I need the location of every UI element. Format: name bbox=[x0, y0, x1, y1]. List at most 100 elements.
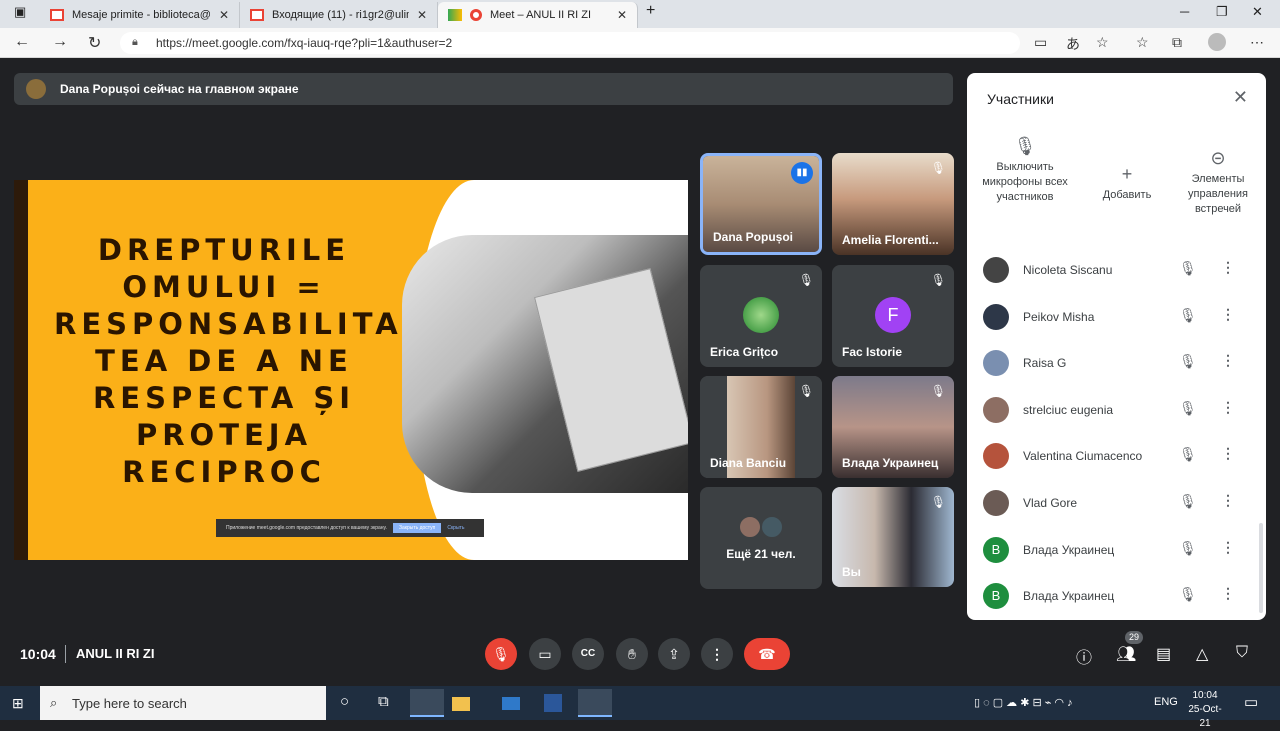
cortana-icon[interactable]: ○ bbox=[340, 693, 349, 710]
tile-name: Amelia Florenti... bbox=[842, 233, 939, 247]
participant-row[interactable]: В Влада Украинец 🎙︎ ⋮ bbox=[967, 573, 1257, 619]
clock-time: 10:04 bbox=[1192, 690, 1218, 701]
mic-off-icon: 🎙︎ bbox=[1179, 400, 1197, 416]
participant-row[interactable]: Vlad Gore 🎙︎ ⋮ bbox=[967, 480, 1257, 526]
windows-start-icon[interactable]: ⊞ bbox=[12, 695, 24, 712]
people-icon[interactable]: 👥︎ bbox=[1116, 644, 1136, 664]
close-panel-icon[interactable]: ✕ bbox=[1233, 87, 1248, 108]
more-options-icon[interactable]: ⋮ bbox=[1221, 306, 1235, 323]
forward-icon[interactable]: → bbox=[52, 33, 68, 51]
presenter-avatar bbox=[26, 79, 46, 99]
translate-icon[interactable]: あ bbox=[1066, 34, 1080, 54]
system-clock[interactable]: 10:04 25-Oct-21 bbox=[1184, 689, 1226, 731]
favorite-icon[interactable]: ☆ bbox=[1096, 34, 1109, 51]
present-button[interactable]: ⇪ bbox=[658, 638, 690, 670]
participant-row[interactable]: Raisa G 🎙︎ ⋮ bbox=[967, 340, 1257, 386]
participant-name: Nicoleta Siscanu bbox=[1023, 263, 1113, 277]
tile-dana-popusoi[interactable]: ▮▮ Dana Popușoi bbox=[700, 153, 822, 255]
chat-icon[interactable]: ▤ bbox=[1156, 644, 1171, 664]
mic-toggle-button[interactable]: 🎙︎ bbox=[485, 638, 517, 670]
camera-toggle-button[interactable]: ▭ bbox=[529, 638, 561, 670]
participant-row[interactable]: Valentina Ciumacenco 🎙︎ ⋮ bbox=[967, 433, 1257, 479]
language-indicator[interactable]: ENG bbox=[1154, 696, 1178, 708]
close-tab-icon[interactable]: ✕ bbox=[617, 8, 627, 22]
more-options-icon[interactable]: ⋮ bbox=[1221, 492, 1235, 509]
tile-name: Diana Banciu bbox=[710, 456, 787, 470]
close-tab-icon[interactable]: ✕ bbox=[417, 8, 427, 22]
close-tab-icon[interactable]: ✕ bbox=[219, 8, 229, 22]
mic-off-icon: 🎙︎ bbox=[492, 646, 510, 662]
stop-sharing-button[interactable]: Закрыть доступ bbox=[392, 523, 442, 533]
url-field[interactable]: 🔒︎ https://meet.google.com/fxq-iauq-rqe?… bbox=[120, 32, 1020, 54]
close-window-icon[interactable]: ✕ bbox=[1252, 4, 1263, 20]
minimize-icon[interactable]: ─ bbox=[1180, 4, 1189, 19]
participant-name: Valentina Ciumacenco bbox=[1023, 449, 1143, 463]
favorites-bar-icon[interactable]: ☆ bbox=[1136, 34, 1149, 51]
participant-row[interactable]: Nicoleta Siscanu 🎙︎ ⋮ bbox=[967, 247, 1257, 293]
hide-notice-button[interactable]: Скрыть bbox=[447, 525, 464, 531]
windows-taskbar: ⊞ ⌕ Type here to search ○ ⧉ ▯ ◌ ▢ ☁ ✱ ⊟ … bbox=[0, 686, 1280, 729]
tile-fac-istorie[interactable]: 🎙︎ F Fac Istorie bbox=[832, 265, 954, 367]
speaking-indicator-icon: ▮▮ bbox=[791, 162, 813, 184]
host-controls-button[interactable]: ⊝ Элементы управления встречей bbox=[1173, 149, 1263, 217]
slide-title-line: RESPONSABILITA bbox=[54, 307, 403, 341]
maximize-icon[interactable]: ❐ bbox=[1216, 4, 1228, 20]
tile-vlada-ukrainets[interactable]: 🎙︎ Влада Украинец bbox=[832, 376, 954, 478]
new-tab-icon[interactable]: + bbox=[646, 2, 655, 20]
more-options-button[interactable]: ⋮ bbox=[701, 638, 733, 670]
tile-amelia-florenti[interactable]: 🎙︎ Amelia Florenti... bbox=[832, 153, 954, 255]
participant-count-badge: 29 bbox=[1125, 631, 1143, 644]
mic-off-icon: 🎙︎ bbox=[1179, 493, 1197, 509]
profile-avatar[interactable] bbox=[1208, 33, 1226, 51]
mail-app-icon[interactable] bbox=[502, 697, 520, 710]
raise-hand-button[interactable]: ✋︎ bbox=[616, 638, 648, 670]
tile-more-participants[interactable]: Ещё 21 чел. bbox=[700, 487, 822, 589]
participant-row[interactable]: В Влада Украинец 🎙︎ ⋮ bbox=[967, 527, 1257, 573]
mic-off-icon: 🎙︎ bbox=[1179, 446, 1197, 462]
file-explorer-icon[interactable] bbox=[452, 697, 470, 711]
participant-row[interactable]: Peikov Misha 🎙︎ ⋮ bbox=[967, 294, 1257, 340]
leave-call-button[interactable]: ☎ bbox=[744, 638, 790, 670]
mute-all-button[interactable]: 🎙︎ Выключить микрофоны всех участников bbox=[980, 137, 1070, 205]
more-menu-icon[interactable]: ⋯ bbox=[1250, 34, 1264, 51]
tab-mail-biblioteca[interactable]: Mesaje primite - biblioteca@ulim ✕ bbox=[40, 2, 240, 28]
activities-icon[interactable]: △ bbox=[1196, 644, 1208, 664]
camera-permission-icon[interactable]: ▭ bbox=[1034, 34, 1047, 51]
more-options-icon[interactable]: ⋮ bbox=[1221, 399, 1235, 416]
tile-erica-gritco[interactable]: 🎙︎ Erica Grițco bbox=[700, 265, 822, 367]
back-icon[interactable]: ← bbox=[14, 33, 30, 51]
notifications-icon[interactable]: ▭ bbox=[1244, 693, 1258, 711]
edge-app-icon[interactable] bbox=[410, 689, 444, 717]
meeting-details-icon[interactable]: ⓘ bbox=[1076, 644, 1092, 668]
tab-meet[interactable]: Meet – ANUL II RI ZI ✕ bbox=[438, 2, 638, 28]
participant-row[interactable]: strelciuc eugenia 🎙︎ ⋮ bbox=[967, 387, 1257, 433]
tile-diana-banciu[interactable]: 🎙︎ Diana Banciu bbox=[700, 376, 822, 478]
tab-actions-icon[interactable]: ▣ bbox=[14, 4, 26, 20]
more-options-icon[interactable]: ⋮ bbox=[1221, 445, 1235, 462]
mic-off-icon: 🎙︎ bbox=[930, 384, 946, 398]
more-options-icon[interactable]: ⋮ bbox=[1221, 259, 1235, 276]
host-controls-icon[interactable]: ⛉ bbox=[1236, 644, 1248, 662]
avatar bbox=[983, 397, 1009, 423]
reload-icon[interactable]: ↻ bbox=[88, 33, 101, 53]
avatar bbox=[983, 257, 1009, 283]
tile-self[interactable]: 🎙︎ Вы bbox=[832, 487, 954, 587]
more-options-icon[interactable]: ⋮ bbox=[1221, 352, 1235, 369]
add-people-button[interactable]: + Добавить bbox=[1082, 164, 1172, 203]
more-options-icon[interactable]: ⋮ bbox=[1221, 585, 1235, 602]
task-view-icon[interactable]: ⧉ bbox=[378, 693, 389, 710]
powerpoint-app-icon[interactable] bbox=[578, 689, 612, 717]
avatar bbox=[983, 304, 1009, 330]
panel-scrollbar[interactable] bbox=[1259, 523, 1263, 613]
captions-button[interactable]: CC bbox=[572, 638, 604, 670]
tray-icons[interactable]: ▯ ◌ ▢ ☁ ✱ ⊟ ⌁ ◠ ♪ bbox=[974, 696, 1073, 709]
presenter-banner: Dana Popușoi сейчас на главном экране bbox=[14, 73, 953, 105]
address-bar-row: ← → ↻ 🔒︎ https://meet.google.com/fxq-iau… bbox=[0, 28, 1280, 58]
add-person-icon: + bbox=[1121, 164, 1133, 184]
collections-icon[interactable]: ⧉ bbox=[1172, 34, 1182, 51]
word-app-icon[interactable] bbox=[544, 694, 562, 712]
tab-mail-inbox[interactable]: Входящие (11) - ri1gr2@ulim.md ✕ bbox=[240, 2, 438, 28]
more-options-icon[interactable]: ⋮ bbox=[1221, 539, 1235, 556]
taskbar-search[interactable]: ⌕ Type here to search bbox=[40, 686, 326, 720]
gmail-icon bbox=[250, 9, 264, 21]
